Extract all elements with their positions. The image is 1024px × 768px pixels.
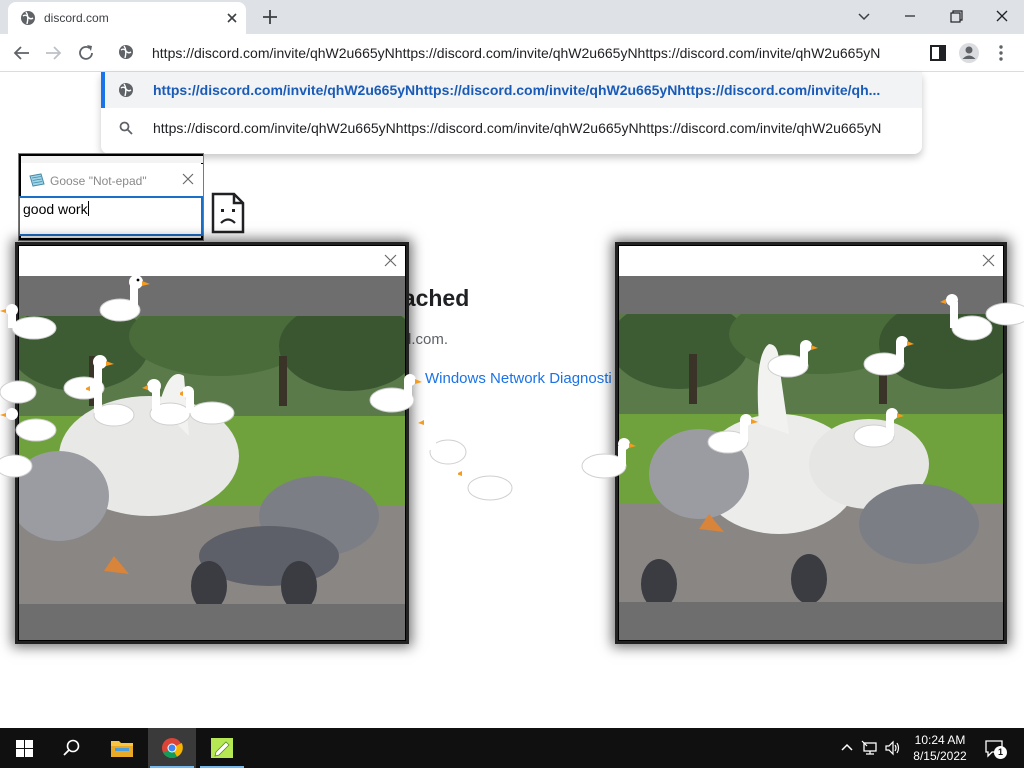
omnibox-input[interactable]: https://discord.com/invite/qhW2u665yNhtt…	[152, 45, 902, 61]
goose-sprite	[99, 275, 150, 322]
browser-toolbar: https://discord.com/invite/qhW2u665yNhtt…	[0, 34, 1024, 72]
taskbar-search-button[interactable]	[48, 728, 96, 768]
goose-notepad-window: Goose "Not-epad" good work	[18, 153, 204, 241]
notepad-icon	[211, 738, 233, 758]
notepad-text-area[interactable]: good work	[19, 196, 203, 236]
suggestion-text: https://discord.com/invite/qhW2u665yNhtt…	[153, 82, 881, 98]
popup-titlebar[interactable]	[619, 246, 1003, 276]
tab-strip: discord.com	[0, 0, 1024, 34]
search-icon	[63, 739, 80, 756]
goose-sprite	[458, 466, 513, 501]
notification-count: 1	[994, 746, 1007, 759]
back-icon[interactable]	[11, 42, 33, 64]
goose-sprite	[581, 438, 636, 479]
search-icon	[119, 121, 133, 135]
goose-sprite	[767, 340, 818, 378]
chevron-up-icon[interactable]	[838, 739, 856, 757]
goose-sprite	[707, 414, 758, 454]
taskbar: 10:24 AM 8/15/2022 1	[0, 728, 1024, 768]
windows-start-icon	[16, 740, 33, 757]
browser-tab[interactable]: discord.com	[8, 2, 246, 34]
notepad-text: good work	[23, 201, 89, 217]
goose-sprite	[0, 304, 57, 340]
clock-date: 8/15/2022	[913, 749, 967, 763]
tab-search-chevron-icon[interactable]	[850, 4, 878, 28]
suggestion-item[interactable]: https://discord.com/invite/qhW2u665yNhtt…	[101, 110, 922, 146]
taskbar-notepad[interactable]	[198, 728, 246, 768]
text-caret	[87, 201, 89, 216]
suggestion-item[interactable]: https://discord.com/invite/qhW2u665yNhtt…	[101, 72, 922, 108]
globe-icon	[119, 45, 133, 59]
goose-sprite	[985, 302, 1024, 326]
goose-sprite	[0, 454, 33, 478]
new-tab-icon[interactable]	[260, 7, 280, 27]
network-diagnostics-link[interactable]: Windows Network Diagnosti	[425, 370, 612, 387]
forward-icon[interactable]	[42, 42, 64, 64]
network-icon[interactable]	[861, 739, 879, 757]
close-icon[interactable]	[383, 253, 398, 268]
globe-icon	[119, 83, 133, 97]
notepad-top-edge	[21, 156, 203, 163]
goose-sprite	[180, 386, 235, 425]
goose-image-window	[18, 245, 406, 641]
taskbar-clock[interactable]: 10:24 AM 8/15/2022	[900, 732, 980, 764]
notepad-title: Goose "Not-epad"	[50, 174, 147, 188]
globe-icon	[21, 11, 35, 25]
taskbar-chrome[interactable]	[148, 728, 196, 768]
file-explorer-icon	[111, 741, 133, 757]
popup-titlebar[interactable]	[19, 246, 405, 276]
goose-sprite	[863, 336, 914, 376]
notepad-titlebar[interactable]: Goose "Not-epad"	[21, 164, 203, 196]
chrome-icon	[162, 738, 183, 759]
screen: discord.com https://discord.com/invite/q…	[0, 0, 1024, 768]
goose-sprite	[369, 374, 422, 413]
notification-center[interactable]: 1	[984, 738, 1007, 759]
minimize-icon[interactable]	[896, 4, 924, 28]
reload-icon[interactable]	[75, 42, 97, 64]
menu-kebab-icon[interactable]	[991, 42, 1011, 64]
goose-sprite	[853, 408, 904, 448]
sad-document-icon	[211, 192, 245, 234]
suggestion-text: https://discord.com/invite/qhW2u665yNhtt…	[153, 120, 882, 136]
omnibox-suggestions: https://discord.com/invite/qhW2u665yNhtt…	[101, 72, 922, 154]
notepad-text-value: good work	[23, 201, 88, 217]
close-icon[interactable]	[981, 253, 996, 268]
window-close-icon[interactable]	[988, 4, 1016, 28]
notepad-icon	[29, 173, 45, 187]
goose-sprite	[86, 380, 135, 427]
close-tab-icon[interactable]	[224, 10, 240, 26]
tab-title: discord.com	[44, 11, 109, 25]
restore-icon[interactable]	[942, 4, 970, 28]
clock-time: 10:24 AM	[914, 733, 966, 747]
profile-avatar-icon[interactable]	[958, 42, 980, 64]
taskbar-file-explorer[interactable]	[98, 728, 146, 768]
close-icon[interactable]	[181, 172, 195, 186]
start-button[interactable]	[0, 728, 48, 768]
side-panel-icon[interactable]	[927, 42, 949, 64]
